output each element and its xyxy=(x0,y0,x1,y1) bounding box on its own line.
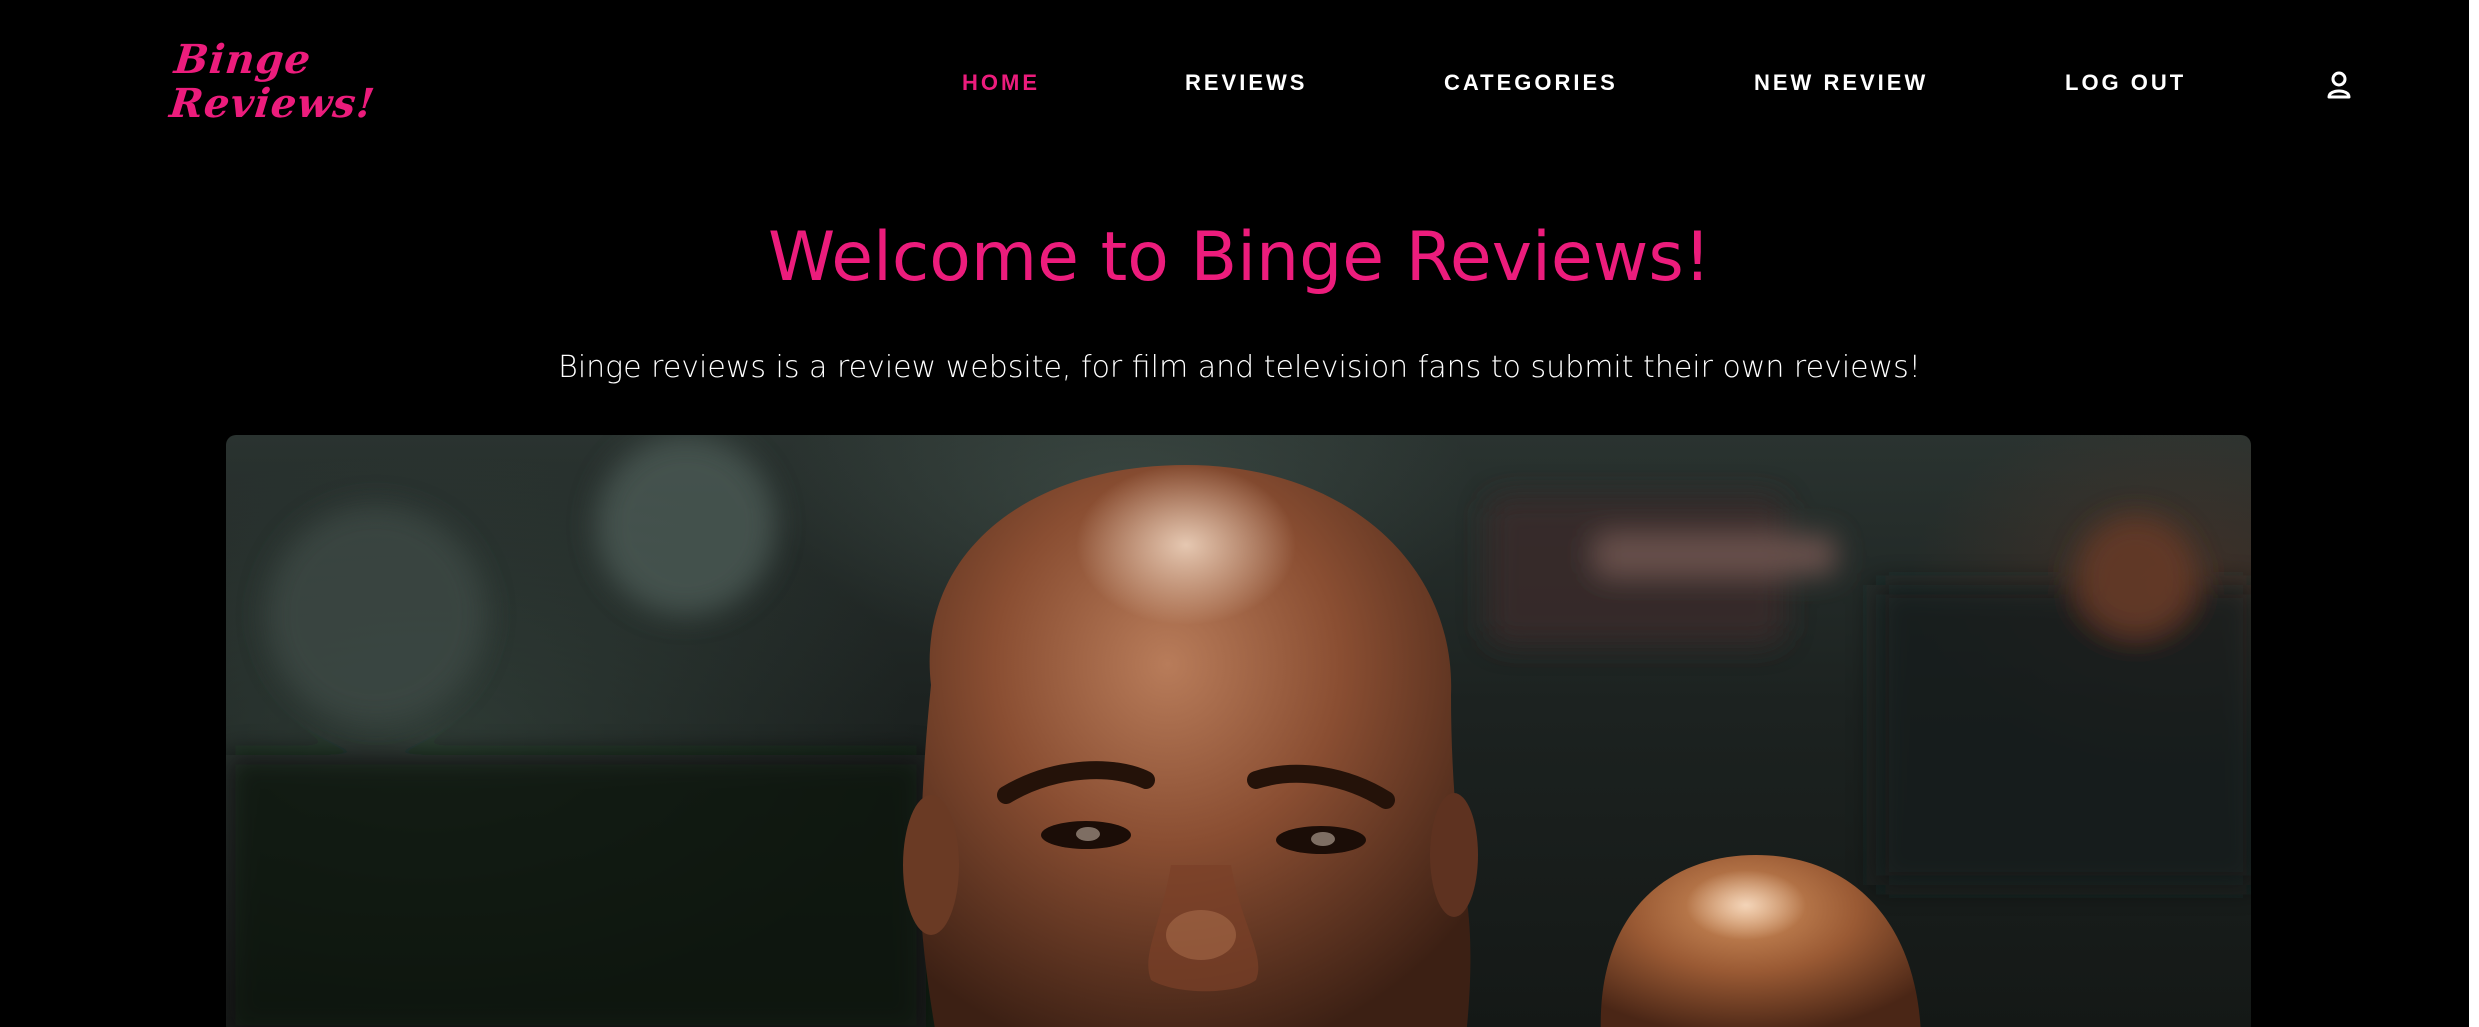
nav-reviews-link[interactable]: REVIEWS xyxy=(1185,70,1307,96)
page-title: Welcome to Binge Reviews! xyxy=(767,218,1712,297)
user-icon[interactable] xyxy=(2326,70,2352,100)
hero-photo-illustration xyxy=(226,435,2251,1027)
nav-new-review-link[interactable]: NEW REVIEW xyxy=(1754,70,1928,96)
nav-log-out-link[interactable]: LOG OUT xyxy=(2065,70,2186,96)
window-frame-edge xyxy=(2469,0,2479,1027)
main-nav: HOME REVIEWS CATEGORIES NEW REVIEW LOG O… xyxy=(0,70,2479,104)
page: Binge Reviews! HOME REVIEWS CATEGORIES N… xyxy=(0,0,2479,1027)
page-subtitle: Binge reviews is a review website, for f… xyxy=(558,350,1921,385)
hero-image xyxy=(226,435,2251,1027)
nav-categories-link[interactable]: CATEGORIES xyxy=(1444,70,1618,96)
nav-home-link[interactable]: HOME xyxy=(962,70,1040,96)
